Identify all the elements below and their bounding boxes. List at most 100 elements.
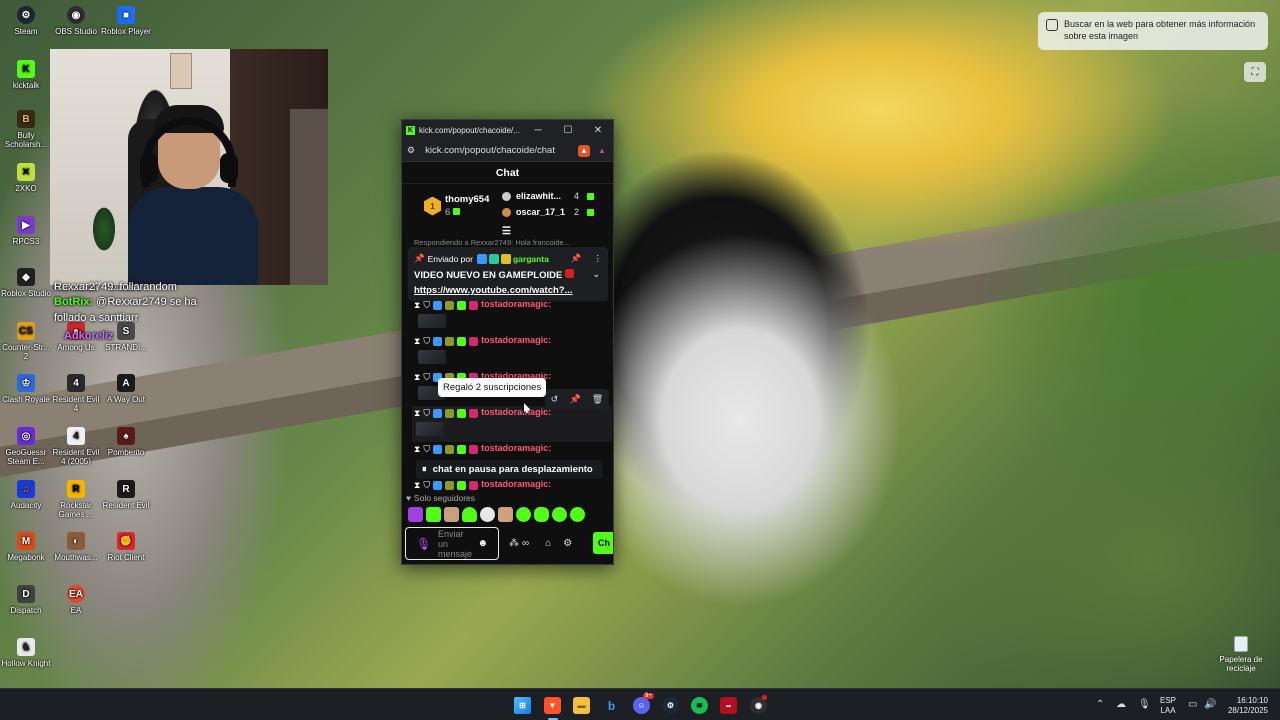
infinity-icon[interactable]: ∞: [522, 538, 529, 549]
collapse-leaderboard-icon[interactable]: ☰: [502, 226, 511, 237]
file-explorer-icon[interactable]: ▬: [573, 697, 590, 714]
volume-icon[interactable]: 🔊: [1204, 699, 1216, 710]
visual-search-button[interactable]: ⛶: [1244, 62, 1266, 82]
desktop-icon-roblox-studio[interactable]: ◆ Roblox Studio: [0, 268, 52, 298]
desktop-icon-geoguessr[interactable]: ◎ GeoGuessr Steam E...: [0, 427, 52, 466]
bing-icon[interactable]: b: [603, 697, 620, 714]
emote-button[interactable]: [408, 507, 423, 522]
desktop-icon-steam[interactable]: ⚙ Steam: [0, 6, 52, 36]
send-chat-button[interactable]: Ch: [593, 532, 613, 554]
leader-name[interactable]: thomy654: [445, 194, 489, 205]
desktop-icon-pomberito[interactable]: ♠ Pomberito: [100, 427, 152, 457]
desktop-icon-2xko[interactable]: ✕ 2XKO: [0, 163, 52, 193]
network-icon[interactable]: ▭: [1188, 699, 1197, 710]
desktop-icon-obs[interactable]: ◉ OBS Studio: [50, 6, 102, 36]
spotify-icon[interactable]: ≋: [691, 697, 708, 714]
desktop-icon-a-way-out[interactable]: A A Way Out: [100, 374, 152, 404]
resident-evil-icon: R: [117, 480, 135, 498]
taskbar-clock[interactable]: 16:10:10 28/12/2025: [1224, 696, 1268, 716]
desktop-icon-counter-strike[interactable]: CS Counter-Str... 2: [0, 322, 52, 361]
microphone-icon[interactable]: 🎙: [416, 537, 431, 551]
store-icon[interactable]: ⌂: [545, 538, 551, 549]
emote-button[interactable]: [480, 507, 495, 522]
delete-icon[interactable]: 🗑: [592, 394, 603, 405]
desktop-icon-audacity[interactable]: ♫ Audacity: [0, 480, 52, 510]
megabonk-icon: M: [17, 532, 35, 550]
emote-button[interactable]: [570, 507, 585, 522]
address-bar[interactable]: ⚙ kick.com/popout/chacoide/chat ▲ ▲: [402, 140, 613, 162]
desktop-icon-mouthwashing[interactable]: ◐ Mouthwas...: [50, 532, 102, 562]
emote-quickbar[interactable]: [408, 507, 585, 522]
desktop-icon-resident-evil-4-2005[interactable]: 4 Resident Evil 4 (2005): [50, 427, 102, 466]
emote-button[interactable]: [444, 507, 459, 522]
chevron-up-icon[interactable]: ⌃: [1096, 699, 1104, 710]
emote-button[interactable]: [426, 507, 441, 522]
brave-browser-icon[interactable]: ▼: [544, 697, 561, 714]
windows-start-icon[interactable]: ⊞: [514, 697, 531, 714]
microphone-tray-icon[interactable]: 🎙: [1138, 699, 1151, 710]
chat-message-hovered[interactable]: ⧗ ⛉ tostadoramagic:: [412, 406, 612, 442]
desktop-icon-megabonk[interactable]: M Megabonk: [0, 532, 52, 562]
chat-username[interactable]: tostadoramagic:: [481, 407, 551, 417]
netflix-app-icon[interactable]: ▬: [720, 697, 737, 714]
settings-gear-icon[interactable]: ⚙: [563, 538, 572, 549]
desktop-icon-clash-royale[interactable]: ♔ Clash Royale: [0, 374, 52, 404]
desktop-icon-riot-client[interactable]: ✊ Riot Client: [100, 532, 152, 562]
brave-rewards-icon[interactable]: ▲: [596, 145, 608, 157]
chat-paused-banner[interactable]: ⏸ chat en pausa para desplazamiento: [416, 460, 602, 479]
emote-button[interactable]: [516, 507, 531, 522]
cloud-icon[interactable]: ☁: [1116, 699, 1126, 710]
emote-button[interactable]: [462, 507, 477, 522]
minimize-button[interactable]: ─: [523, 120, 553, 140]
maximize-button[interactable]: ☐: [553, 120, 583, 140]
desktop-icon-ea[interactable]: EA EA: [50, 585, 102, 615]
desktop-icon-recycle-bin[interactable]: Papelera de reciclaje: [1216, 636, 1266, 673]
desktop-icon-roblox-player[interactable]: ■ Roblox Player: [100, 6, 152, 36]
url-text[interactable]: kick.com/popout/chacoide/chat: [425, 145, 572, 156]
desktop-icon-hollow-knight[interactable]: ♞ Hollow Knight: [0, 638, 52, 668]
leader-name[interactable]: oscar_17_1: [516, 207, 565, 217]
site-settings-icon[interactable]: ⚙: [407, 145, 415, 156]
emote-button[interactable]: [534, 507, 549, 522]
steam-icon: ⚙: [17, 6, 35, 24]
pinned-link[interactable]: https://www.youtube.com/watch?...: [408, 281, 608, 296]
pin-icon[interactable]: 📌: [569, 394, 580, 405]
emoji-picker-icon[interactable]: ☻: [477, 538, 488, 549]
chat-username[interactable]: tostadoramagic:: [481, 479, 551, 489]
desktop-icon-rpcs3[interactable]: ▶ RPCS3: [0, 216, 52, 246]
pinned-message[interactable]: 📌 Enviado por garganta 📌 ⋮ VIDEO NUEVO E…: [408, 247, 608, 301]
desktop-icon-bully[interactable]: B Bully Scholarsh...: [0, 110, 52, 149]
pinned-sent-by-label: Enviado por: [427, 253, 473, 264]
chat-input[interactable]: 🎙 Enviar un mensaje ☻: [405, 527, 499, 560]
desktop-icon-rockstar[interactable]: R Rockstar Games ...: [50, 480, 102, 519]
badge-icon: [445, 481, 455, 490]
language-indicator[interactable]: ESP LAA: [1160, 696, 1176, 716]
emote-button[interactable]: [498, 507, 513, 522]
chat-username[interactable]: tostadoramagic:: [481, 335, 551, 345]
pin-icon: 📌: [414, 253, 425, 263]
pinned-sender[interactable]: garganta: [513, 254, 549, 264]
leader-name[interactable]: elizawhit...: [516, 191, 561, 201]
unpin-icon[interactable]: 📌: [571, 253, 582, 264]
steam-taskbar-icon[interactable]: ⚙: [662, 697, 679, 714]
chat-username[interactable]: tostadoramagic:: [481, 443, 551, 453]
chat-message[interactable]: ⧗ ⛉ tostadoramagic:: [414, 298, 610, 334]
reply-icon[interactable]: ↺: [551, 394, 559, 405]
close-button[interactable]: ✕: [583, 120, 613, 140]
chevron-down-icon[interactable]: ⌄: [592, 269, 600, 280]
discord-icon[interactable]: ☺: [633, 697, 650, 714]
visual-search-hint[interactable]: Buscar en la web para obtener más inform…: [1038, 12, 1268, 50]
emote-button[interactable]: [552, 507, 567, 522]
chat-message[interactable]: ⧗ ⛉ tostadoramagic:: [414, 478, 610, 490]
chat-popup-window[interactable]: K kick.com/popout/chacoide/... ─ ☐ ✕ ⚙ k…: [401, 119, 614, 565]
share-icon[interactable]: ⁂: [509, 538, 519, 549]
message-actions-toolbar[interactable]: ↺ 📌 🗑: [545, 389, 609, 409]
desktop-icon-resident-evil[interactable]: R Resident Evil: [100, 480, 152, 510]
window-titlebar[interactable]: K kick.com/popout/chacoide/... ─ ☐ ✕: [402, 120, 613, 140]
desktop-icon-resident-evil-4[interactable]: 4 Resident Evil 4: [50, 374, 102, 413]
desktop-icon-dispatch[interactable]: D Dispatch: [0, 585, 52, 615]
chat-message[interactable]: ⧗ ⛉ tostadoramagic:: [414, 334, 610, 370]
more-options-icon[interactable]: ⋮: [594, 253, 603, 264]
desktop-icon-kicktalk[interactable]: Kkicktalk: [0, 60, 52, 90]
brave-shield-icon[interactable]: ▲: [578, 144, 590, 157]
